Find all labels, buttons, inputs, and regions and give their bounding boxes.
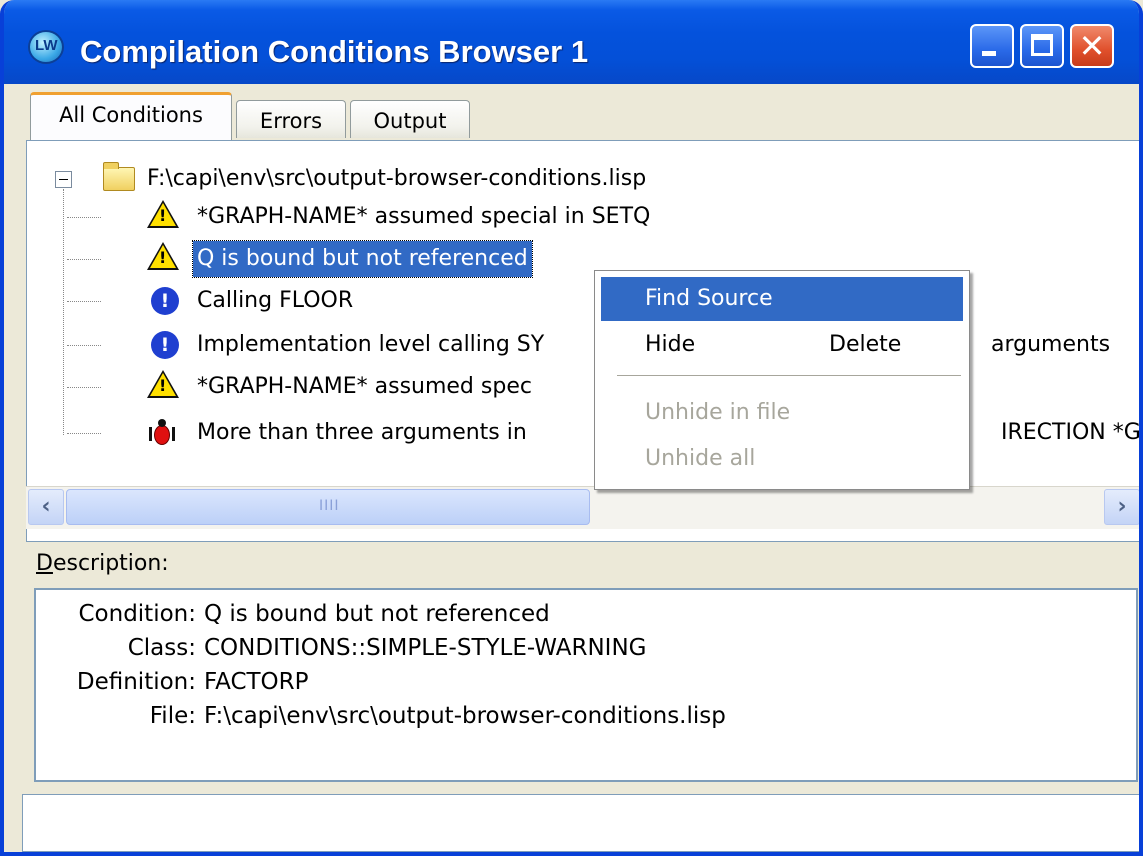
tree-root-label: F:\capi\env\src\output-browser-condition…: [147, 166, 647, 191]
tree-item-selected[interactable]: Q is bound but not referenced: [192, 240, 533, 278]
horizontal-scrollbar[interactable]: ‹ IIII ›: [26, 486, 1139, 529]
menu-separator: [617, 375, 961, 376]
app-icon-label: LW: [35, 37, 58, 54]
tree-item-label: Q is bound but not referenced: [192, 240, 533, 278]
menu-item-unhide-in-file[interactable]: Unhide in file: [601, 391, 963, 435]
tree-item[interactable]: *GRAPH-NAME* assumed special in SETQ: [193, 199, 654, 235]
tree-item[interactable]: More than three arguments in: [193, 415, 531, 451]
description-key: File:: [149, 703, 196, 729]
close-icon: ✕: [1078, 27, 1106, 65]
description-value: Q is bound but not referenced: [204, 601, 550, 627]
conditions-tree[interactable]: F:\capi\env\src\output-browser-condition…: [26, 140, 1141, 542]
minimize-button[interactable]: [970, 24, 1014, 68]
tree-item-label: Implementation level calling SY: [197, 332, 545, 357]
tree-item-label: *GRAPH-NAME* assumed spec: [197, 374, 532, 399]
tab-all-conditions[interactable]: All Conditions: [30, 92, 232, 140]
tree-connector: [67, 433, 101, 434]
info-icon: !: [151, 287, 179, 315]
description-row: Class: CONDITIONS::SIMPLE-STYLE-WARNING: [36, 632, 647, 664]
close-button[interactable]: ✕: [1070, 24, 1114, 68]
description-row: Condition: Q is bound but not referenced: [36, 598, 550, 630]
description-key: Definition:: [76, 669, 196, 695]
scroll-left-icon[interactable]: ‹: [28, 489, 64, 525]
title-bar[interactable]: LW Compilation Conditions Browser 1 ✕: [4, 0, 1139, 84]
bug-icon: [149, 417, 175, 447]
tree-connector: [67, 387, 101, 388]
menu-item-label: Unhide all: [645, 446, 756, 471]
tree-root-file[interactable]: F:\capi\env\src\output-browser-condition…: [143, 161, 650, 197]
tree-item[interactable]: Implementation level calling SY: [193, 327, 548, 363]
lispworks-app-icon[interactable]: LW: [28, 30, 64, 64]
description-row: File: F:\capi\env\src\output-browser-cond…: [36, 700, 726, 732]
description-label: Description:: [36, 551, 169, 576]
tab-errors[interactable]: Errors: [236, 100, 346, 138]
description-value: CONDITIONS::SIMPLE-STYLE-WARNING: [204, 635, 647, 661]
scrollbar-thumb[interactable]: IIII: [66, 489, 590, 525]
description-label-text: escription:: [52, 551, 169, 576]
window-title: Compilation Conditions Browser 1: [80, 34, 589, 69]
tree-connector: [67, 345, 101, 346]
description-key: Class:: [127, 635, 196, 661]
menu-item-find-source[interactable]: Find Source: [601, 277, 963, 321]
description-panel[interactable]: Condition: Q is bound but not referenced …: [34, 588, 1138, 782]
menu-item-hide[interactable]: Hide Delete: [601, 323, 963, 367]
tree-item[interactable]: Calling FLOOR: [193, 283, 357, 319]
menu-item-label: Unhide in file: [645, 400, 791, 425]
collapse-icon[interactable]: [55, 171, 72, 188]
minimize-icon: [982, 51, 996, 56]
menu-item-label: Find Source: [645, 286, 773, 311]
menu-item-delete[interactable]: Delete: [829, 323, 901, 367]
warning-icon: !: [147, 370, 179, 398]
tree-item-label: More than three arguments in: [197, 420, 527, 445]
description-key: Condition:: [78, 601, 196, 627]
status-bar: [22, 794, 1139, 852]
folder-icon: [103, 162, 135, 191]
description-label-accelerator: D: [36, 551, 53, 576]
description-value: FACTORP: [204, 669, 309, 695]
context-menu: Find Source Hide Delete Unhide in file U…: [594, 270, 970, 490]
description-value: F:\capi\env\src\output-browser-condition…: [204, 703, 726, 729]
tree-connector: [67, 217, 101, 218]
tree-item-label: Calling FLOOR: [197, 288, 354, 313]
tree-item-label-overflow: IRECTION *G: [1001, 420, 1141, 445]
description-row: Definition: FACTORP: [36, 666, 309, 698]
tree-item-label-overflow: arguments: [991, 332, 1111, 357]
scroll-right-icon[interactable]: ›: [1104, 489, 1139, 525]
maximize-icon: [1031, 34, 1053, 56]
tree-connector: [67, 301, 101, 302]
app-window: LW Compilation Conditions Browser 1 ✕ Al…: [0, 0, 1143, 856]
tree-connector-line: [63, 189, 64, 435]
warning-icon: !: [147, 242, 179, 270]
tree-connector: [67, 259, 101, 260]
warning-icon: !: [147, 200, 179, 228]
info-icon: !: [151, 331, 179, 359]
tree-item[interactable]: *GRAPH-NAME* assumed spec: [193, 369, 536, 405]
menu-item-unhide-all[interactable]: Unhide all: [601, 437, 963, 481]
tab-output[interactable]: Output: [350, 100, 470, 138]
tree-item-label: *GRAPH-NAME* assumed special in SETQ: [197, 204, 651, 229]
menu-item-label: Hide: [645, 332, 696, 357]
maximize-button[interactable]: [1020, 24, 1064, 68]
